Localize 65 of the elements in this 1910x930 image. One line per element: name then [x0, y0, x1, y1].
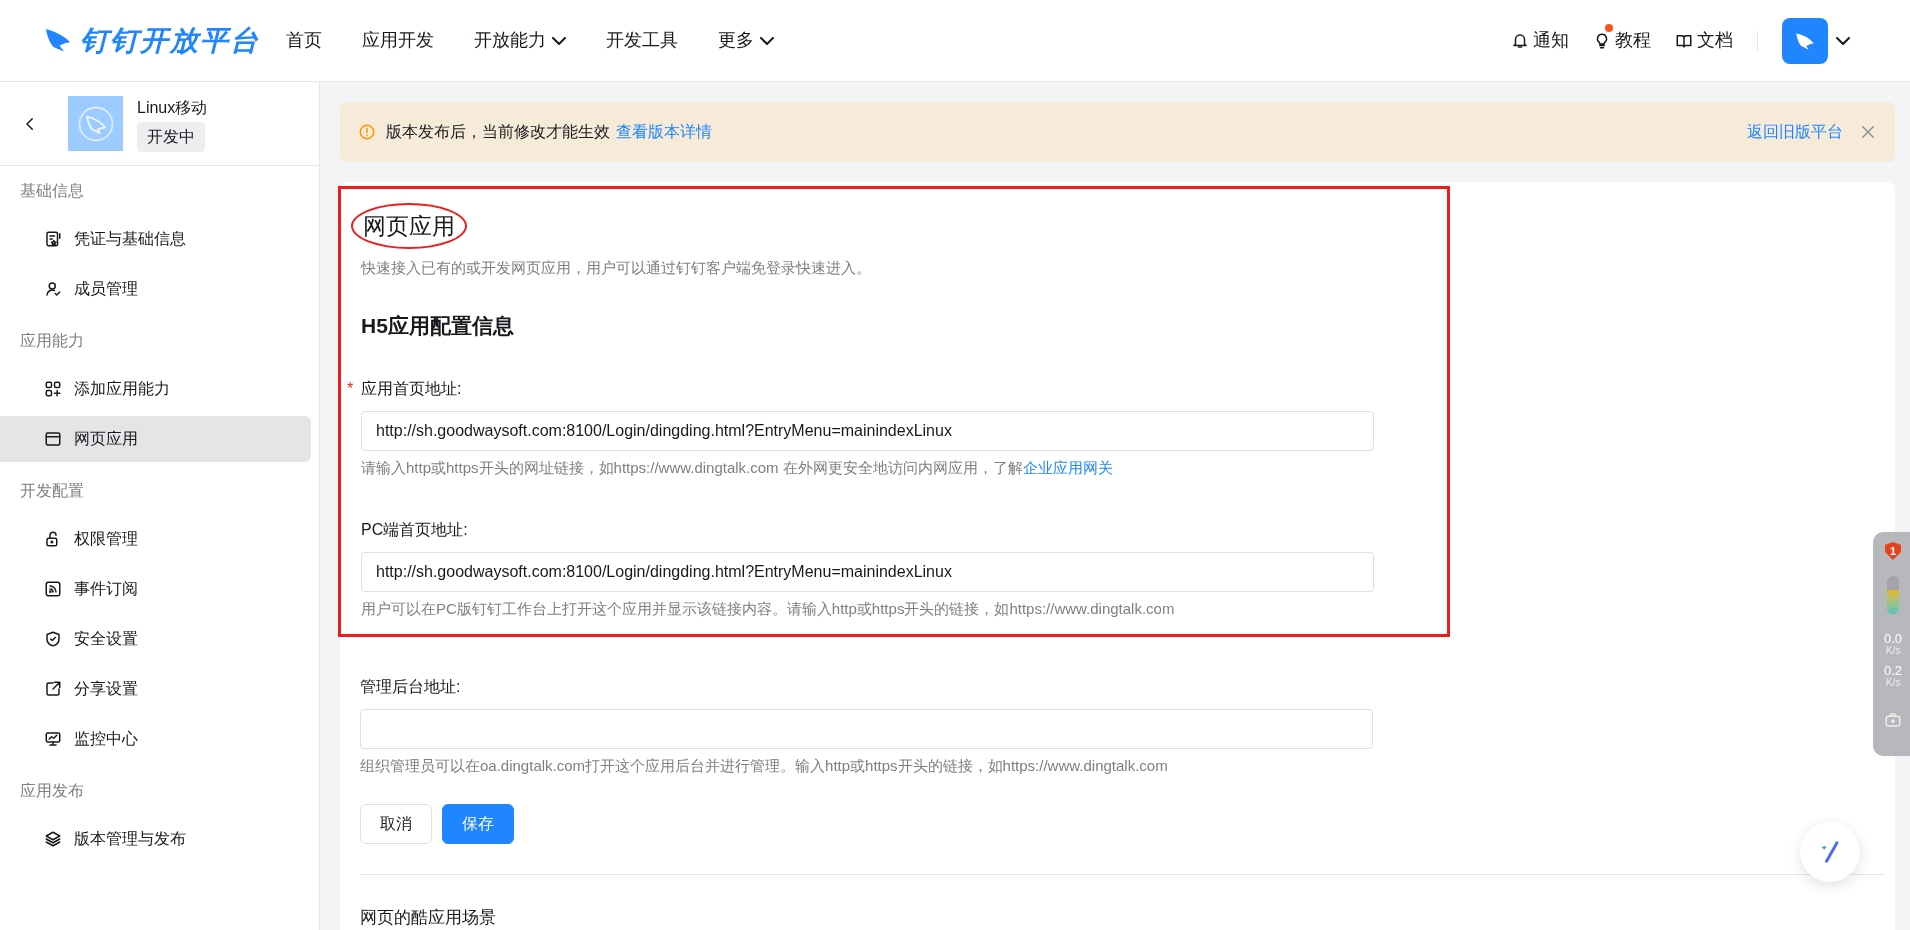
- nav-link[interactable]: 首页: [286, 27, 322, 54]
- close-icon: [1859, 123, 1877, 141]
- url-input[interactable]: [360, 709, 1373, 749]
- chevron-down-icon: [552, 36, 566, 45]
- shield-badge: 1: [1885, 542, 1901, 560]
- sidebar-item[interactable]: 安全设置: [0, 616, 311, 662]
- gateway-link[interactable]: 企业应用网关: [1022, 459, 1113, 476]
- browser-window-icon: [44, 430, 62, 448]
- id-card-icon: [44, 230, 62, 248]
- user-check-icon: [44, 280, 62, 298]
- notice-text: 版本发布后，当前修改才能生效: [386, 122, 610, 142]
- group-title: 基础信息: [19, 181, 85, 201]
- close-button[interactable]: [1859, 123, 1877, 141]
- sidebar-item[interactable]: 分享设置: [0, 666, 311, 712]
- field-label: PC端首页地址:: [361, 520, 468, 538]
- group-title: 应用发布: [19, 781, 85, 801]
- url-input[interactable]: http://sh.goodwaysoft.com:8100/Login/dingding.html?EntryMenu=mainindexLinux: [361, 411, 1374, 451]
- sidebar-item[interactable]: 监控中心: [0, 716, 311, 762]
- nav-link[interactable]: 更多: [718, 27, 774, 54]
- subsection-title: 网页的酷应用场景: [360, 906, 497, 929]
- field-hint: 用户可以在PC版钉钉工作台上打开这个应用并显示该链接内容。请输入http或https开头的链接，如https://www.dingtalk.com: [361, 598, 1176, 619]
- app-name: Linux移动: [137, 97, 208, 118]
- page-description: 快速接入已有的或开发网页应用，用户可以通过钉钉客户端免登录快速进入。: [361, 258, 872, 278]
- save-button[interactable]: 保存: [442, 803, 514, 844]
- layers-icon: [44, 830, 62, 848]
- sidebar-item[interactable]: 事件订阅: [0, 566, 311, 612]
- sidebar-item[interactable]: 凭证与基础信息: [0, 216, 311, 262]
- info-icon: [358, 123, 376, 141]
- grid-plus-icon: [44, 380, 62, 398]
- sidebar-item[interactable]: 网页应用: [0, 416, 311, 462]
- nav-link[interactable]: 开放能力: [474, 27, 566, 54]
- field-hint: 组织管理员可以在oa.dingtalk.com打开这个应用后台并进行管理。输入http或https开头的链接，如https://www.dingtalk.com: [360, 756, 1169, 776]
- status-badge: 开发中: [137, 121, 205, 152]
- logo-text[interactable]: 钉钉开放平台: [80, 19, 260, 62]
- nav-link[interactable]: 应用开发: [362, 27, 434, 54]
- required-mark: *: [347, 379, 354, 399]
- header-link[interactable]: 文档: [1675, 27, 1733, 54]
- sidebar-item[interactable]: 成员管理: [0, 266, 311, 312]
- sidebar-item[interactable]: 权限管理: [0, 516, 311, 562]
- group-title: 开发配置: [19, 481, 85, 501]
- chevron-down-icon: [1836, 36, 1850, 45]
- page-title: 网页应用: [363, 212, 455, 241]
- gauge-icon: [1887, 576, 1899, 614]
- shield-check-icon: [44, 630, 62, 648]
- camera-icon: [1884, 711, 1902, 729]
- sidebar-item[interactable]: 版本管理与发布: [0, 816, 311, 862]
- field-label: 应用首页地址:: [361, 380, 462, 397]
- header-link[interactable]: 教程: [1593, 27, 1651, 54]
- header-link[interactable]: 通知: [1511, 27, 1569, 54]
- rss-icon: [44, 580, 62, 598]
- download-speed: 0.2: [1883, 663, 1903, 677]
- url-input[interactable]: http://sh.goodwaysoft.com:8100/Login/dingding.html?EntryMenu=mainindexLinux: [361, 551, 1374, 592]
- upload-speed: 0.0: [1883, 632, 1903, 645]
- sidebar-item[interactable]: 添加应用能力: [0, 366, 311, 412]
- group-title: 应用能力: [19, 331, 85, 351]
- cancel-button[interactable]: 取消: [360, 803, 432, 844]
- monitor-chart-icon: [44, 730, 62, 748]
- nav-link[interactable]: 开发工具: [606, 27, 678, 54]
- chevron-down-icon: [760, 36, 774, 45]
- field-label: 管理后台地址:: [360, 678, 461, 695]
- field-hint: 请输入http或https开头的网址链接，如https://www.dingtalk.com 在外网更安全地访问内网应用，了解企业应用网关: [361, 458, 1114, 478]
- user-avatar[interactable]: [1782, 17, 1828, 64]
- bell-icon: [1511, 31, 1529, 50]
- external-link-icon: [44, 680, 62, 698]
- section-title: H5应用配置信息: [361, 312, 515, 339]
